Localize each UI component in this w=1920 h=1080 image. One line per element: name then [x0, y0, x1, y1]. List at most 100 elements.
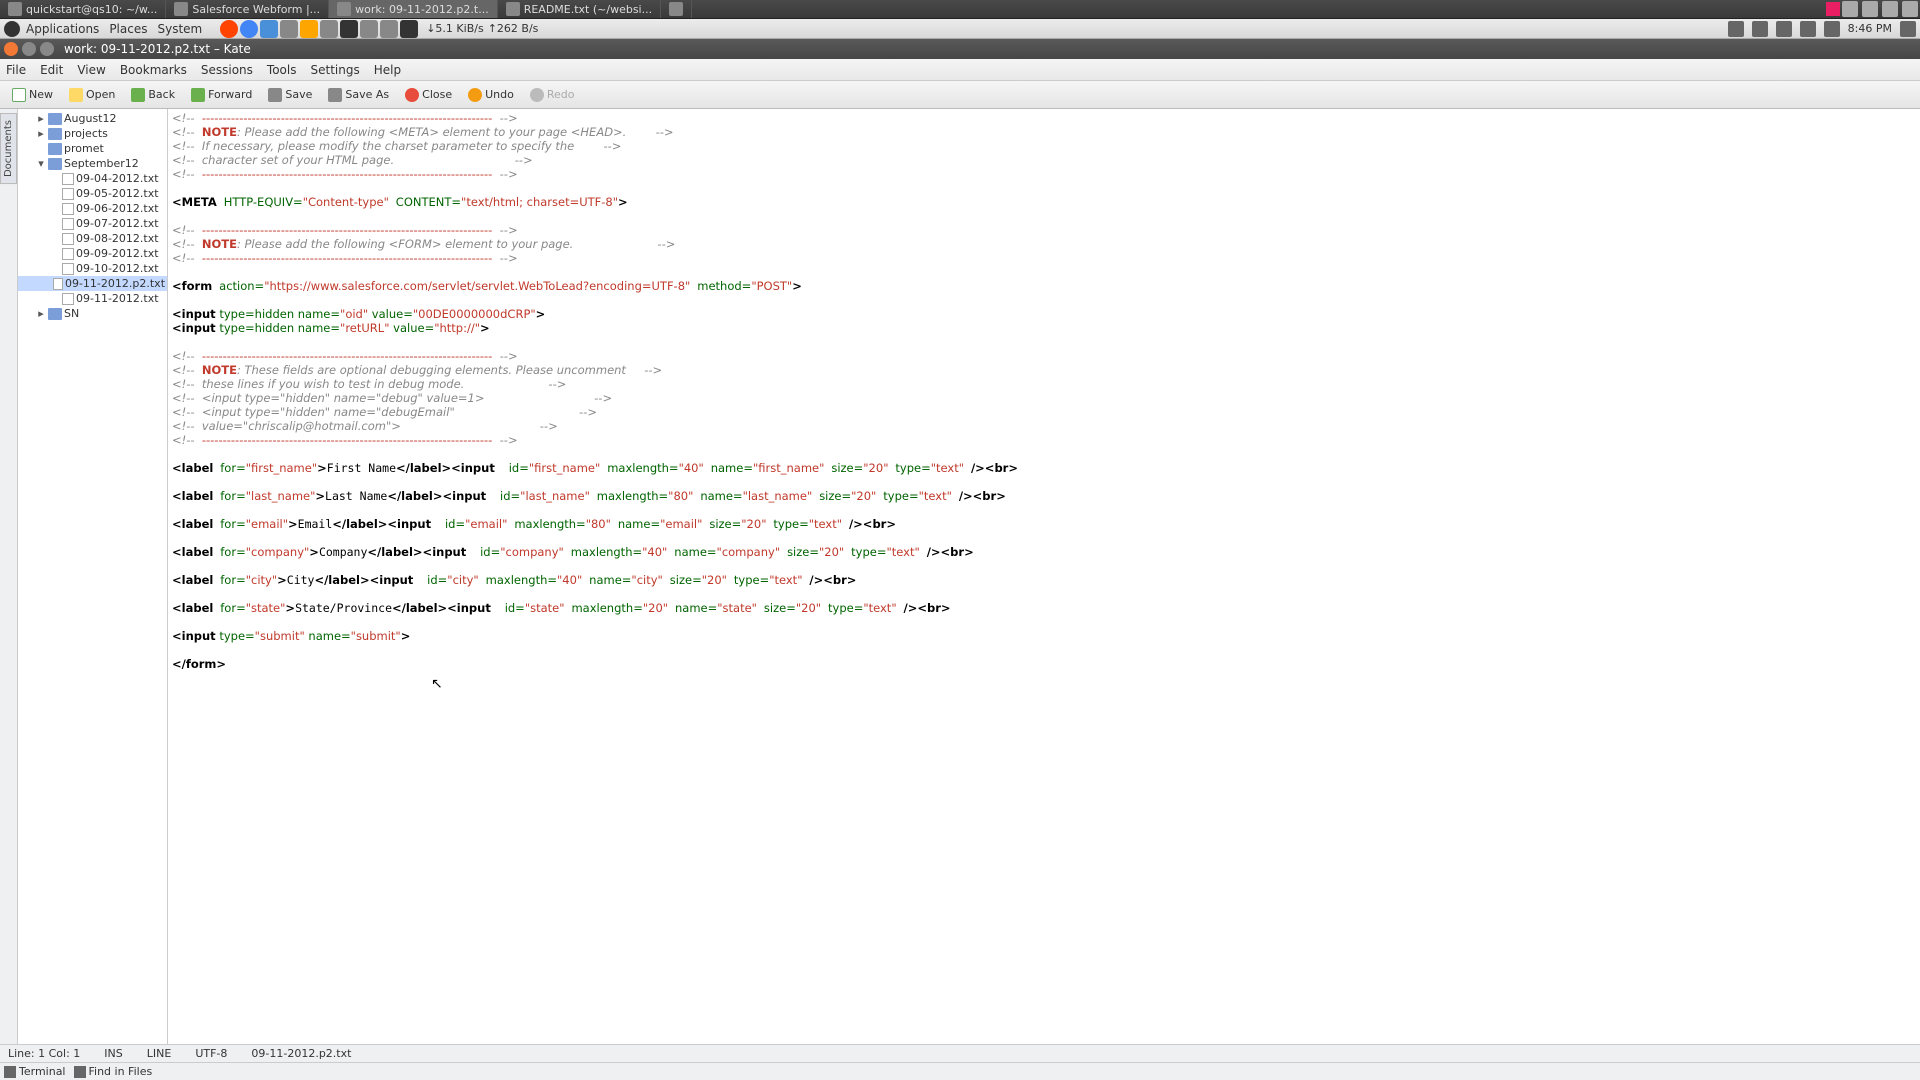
forward-icon	[191, 88, 205, 102]
status-filename: 09-11-2012.p2.txt	[251, 1047, 351, 1060]
tree-file-item[interactable]: 09-07-2012.txt	[18, 216, 167, 231]
kate-icon	[337, 2, 351, 16]
tree-folder[interactable]: promet	[18, 141, 167, 156]
window-minimize-button[interactable]	[22, 42, 36, 56]
taskbar-tab-terminal[interactable]: quickstart@qs10: ~/w...	[0, 0, 166, 18]
tree-file-item[interactable]: 09-04-2012.txt	[18, 171, 167, 186]
menubar: File Edit View Bookmarks Sessions Tools …	[0, 59, 1920, 81]
clock[interactable]: 8:46 PM	[1848, 22, 1892, 35]
tree-file-item[interactable]: 09-11-2012.p2.txt	[18, 276, 167, 291]
documents-tab[interactable]: Documents	[0, 113, 17, 184]
tree-item-label: promet	[64, 142, 104, 155]
menu-view[interactable]: View	[77, 63, 105, 77]
terminal-panel-tab[interactable]: Terminal	[4, 1065, 66, 1078]
menu-help[interactable]: Help	[374, 63, 401, 77]
taskbar-desktop-button[interactable]	[661, 0, 692, 18]
power-icon[interactable]	[1900, 21, 1916, 37]
window-close-button[interactable]	[4, 42, 18, 56]
find-icon	[74, 1066, 86, 1078]
tree-folder[interactable]: ▾ September12	[18, 156, 167, 171]
undo-button[interactable]: Undo	[462, 86, 520, 104]
redo-button: Redo	[524, 86, 581, 104]
places-menu[interactable]: Places	[109, 22, 147, 36]
app-icon-2[interactable]	[320, 20, 338, 38]
taskbar-right	[1826, 1, 1920, 17]
tree-expander-icon[interactable]: ▸	[36, 127, 46, 140]
system-menu[interactable]: System	[157, 22, 202, 36]
menu-edit[interactable]: Edit	[40, 63, 63, 77]
forward-button[interactable]: Forward	[185, 86, 258, 104]
tree-expander-icon[interactable]: ▸	[36, 112, 46, 125]
chromium-icon[interactable]	[240, 20, 258, 38]
taskbar-tab-readme[interactable]: README.txt (~/websi...	[498, 0, 661, 18]
virtualbox-icon[interactable]	[260, 20, 278, 38]
desktop-icon	[669, 2, 683, 16]
encoding[interactable]: UTF-8	[195, 1047, 227, 1060]
redo-icon	[530, 88, 544, 102]
taskbar-tab-kate[interactable]: work: 09-11-2012.p2.t...	[329, 0, 498, 18]
file-icon	[53, 278, 63, 290]
notification-icon[interactable]	[1826, 2, 1840, 16]
code-editor[interactable]: <!-- -----------------------------------…	[168, 109, 1920, 1044]
toolbar: New Open Back Forward Save Save As Close…	[0, 81, 1920, 109]
tree-file-item[interactable]: 09-05-2012.txt	[18, 186, 167, 201]
line-mode[interactable]: LINE	[147, 1047, 172, 1060]
firefox-icon[interactable]	[220, 20, 238, 38]
tree-item-label: 09-10-2012.txt	[76, 262, 159, 275]
app-icon-4[interactable]	[380, 20, 398, 38]
monitor-icon[interactable]	[400, 20, 418, 38]
insert-mode[interactable]: INS	[104, 1047, 122, 1060]
file-icon	[62, 218, 74, 230]
file-icon	[62, 173, 74, 185]
phpmyadmin-icon[interactable]	[300, 20, 318, 38]
folder-icon	[48, 143, 62, 155]
tree-expander-icon[interactable]: ▾	[36, 157, 46, 170]
taskbar: quickstart@qs10: ~/w... Salesforce Webfo…	[0, 0, 1920, 19]
window-maximize-button[interactable]	[40, 42, 54, 56]
app-icon-3[interactable]	[360, 20, 378, 38]
tree-file-item[interactable]: 09-11-2012.txt	[18, 291, 167, 306]
network-icon[interactable]	[1800, 21, 1816, 37]
tray-icon-2[interactable]	[1862, 1, 1878, 17]
tree-item-label: September12	[64, 157, 139, 170]
file-tree[interactable]: ▸August12▸projectspromet▾September1209-0…	[18, 109, 168, 1044]
tree-expander-icon[interactable]: ▸	[36, 307, 46, 320]
open-button[interactable]: Open	[63, 86, 121, 104]
tray-icon-1[interactable]	[1842, 1, 1858, 17]
tree-folder[interactable]: ▸August12	[18, 111, 167, 126]
distro-logo-icon[interactable]	[4, 21, 20, 37]
gedit-icon	[506, 2, 520, 16]
applications-menu[interactable]: Applications	[26, 22, 99, 36]
tray-icon-4[interactable]	[1902, 1, 1918, 17]
tree-file-item[interactable]: 09-08-2012.txt	[18, 231, 167, 246]
menu-tools[interactable]: Tools	[267, 63, 297, 77]
tree-folder[interactable]: ▸projects	[18, 126, 167, 141]
volume-icon[interactable]	[1776, 21, 1792, 37]
tree-file-item[interactable]: 09-10-2012.txt	[18, 261, 167, 276]
taskbar-tab-browser[interactable]: Salesforce Webform |...	[166, 0, 329, 18]
new-button[interactable]: New	[6, 86, 59, 104]
mail-icon[interactable]	[1824, 21, 1840, 37]
find-in-files-tab[interactable]: Find in Files	[74, 1065, 153, 1078]
app-icon-1[interactable]	[280, 20, 298, 38]
file-icon	[62, 248, 74, 260]
tree-folder[interactable]: ▸SN	[18, 306, 167, 321]
menu-bookmarks[interactable]: Bookmarks	[120, 63, 187, 77]
tree-item-label: 09-11-2012.txt	[76, 292, 159, 305]
menu-sessions[interactable]: Sessions	[201, 63, 253, 77]
close-button[interactable]: Close	[399, 86, 458, 104]
window-titlebar[interactable]: work: 09-11-2012.p2.txt – Kate	[0, 39, 1920, 59]
terminal-launcher-icon[interactable]	[340, 20, 358, 38]
menu-file[interactable]: File	[6, 63, 26, 77]
back-button[interactable]: Back	[125, 86, 181, 104]
save-button[interactable]: Save	[262, 86, 318, 104]
updates-icon[interactable]	[1752, 21, 1768, 37]
tree-file-item[interactable]: 09-09-2012.txt	[18, 246, 167, 261]
saveas-button[interactable]: Save As	[322, 86, 395, 104]
tree-file-item[interactable]: 09-06-2012.txt	[18, 201, 167, 216]
keyboard-icon[interactable]	[1728, 21, 1744, 37]
new-icon	[12, 88, 26, 102]
menu-settings[interactable]: Settings	[310, 63, 359, 77]
system-panel: Applications Places System ↓5.1 KiB/s↑26…	[0, 19, 1920, 39]
tray-icon-3[interactable]	[1882, 1, 1898, 17]
